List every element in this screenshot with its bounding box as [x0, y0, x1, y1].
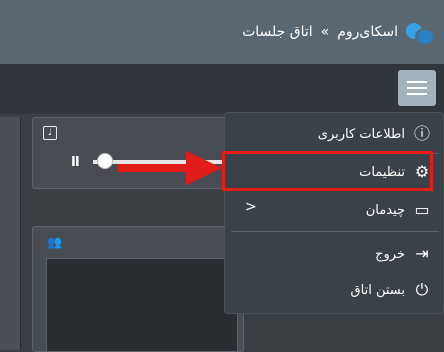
hamburger-menu-button[interactable] [398, 70, 436, 106]
toolbar [0, 64, 444, 114]
power-icon: ⏻ [415, 280, 429, 299]
menu-item-label: چیدمان [365, 202, 405, 218]
skyroom-logo-icon [406, 21, 435, 46]
menu-item-label: اطلاعات کاربری [317, 126, 405, 142]
room-name: اتاق جلسات [242, 24, 313, 40]
left-panel-edge [0, 117, 21, 350]
menu-item-logout[interactable]: ⇥ خروج [231, 237, 439, 271]
arrow-head-icon [186, 151, 222, 185]
brand: اسکای‌روم » اتاق جلسات [242, 20, 435, 46]
menu-item-user-info[interactable]: ⓘ اطلاعات کاربری [231, 117, 439, 151]
layout-icon: ▭ [414, 200, 430, 219]
menu-item-label: خروج [375, 246, 405, 262]
music-note-icon: ♩ [43, 126, 57, 140]
brand-name: اسکای‌روم [337, 24, 398, 40]
users-icon: 👥 [47, 235, 62, 249]
arrow-right-icon [118, 164, 188, 172]
menu-divider [231, 231, 439, 232]
settings-highlight-box [222, 151, 433, 191]
exit-icon: ⇥ [415, 244, 429, 263]
progress-handle[interactable] [97, 153, 113, 169]
video-area [46, 258, 238, 352]
pause-button[interactable]: II [71, 155, 80, 170]
info-icon: ⓘ [413, 124, 430, 143]
dropdown-menu: ⓘ اطلاعات کاربری ⚙ تنظیمات ▭ چیدمان < ⇥ … [224, 112, 444, 314]
menu-item-label: بستن اتاق [350, 282, 405, 298]
top-bar: اسکای‌روم » اتاق جلسات [0, 0, 444, 64]
breadcrumb-separator: » [320, 24, 330, 40]
chevron-left-icon: < [245, 199, 257, 215]
menu-item-close-room[interactable]: ⏻ بستن اتاق [231, 273, 439, 307]
menu-item-layout[interactable]: ▭ چیدمان < [231, 193, 439, 227]
